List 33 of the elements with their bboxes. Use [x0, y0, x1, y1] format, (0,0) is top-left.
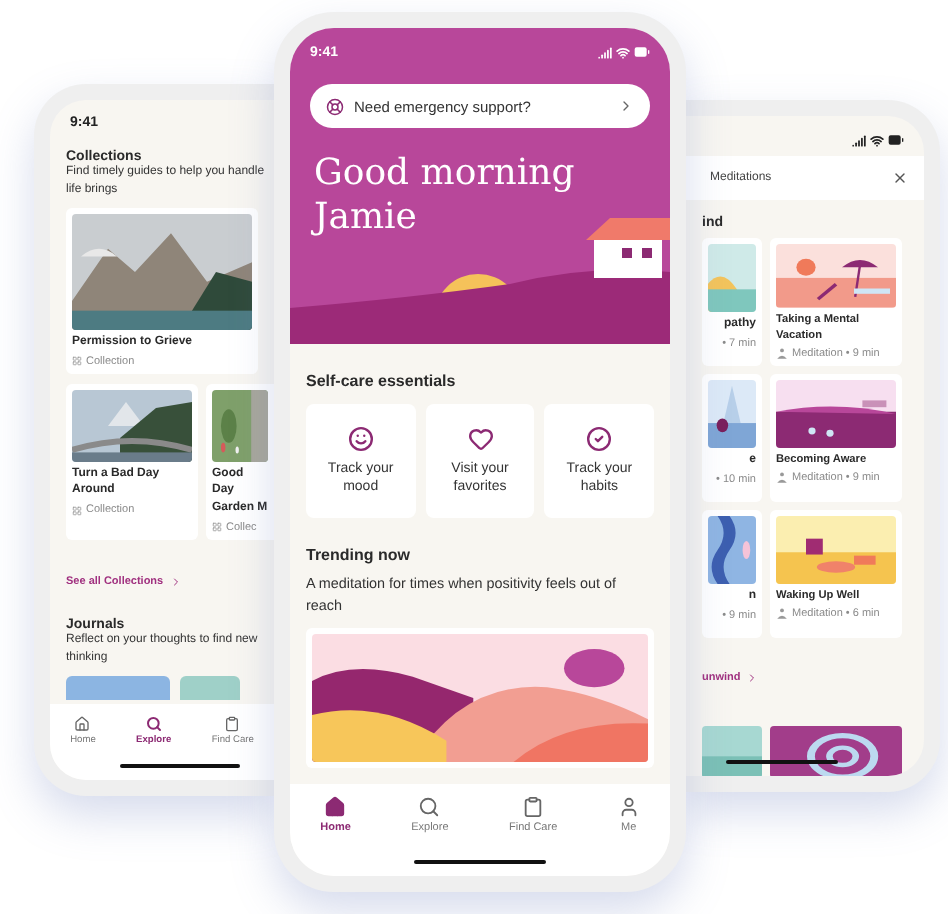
collection-icon	[72, 505, 82, 516]
journal-thumbnail[interactable]	[66, 675, 170, 700]
check-circle-icon	[586, 425, 613, 452]
meditation-icon	[776, 472, 788, 485]
battery-icon	[888, 132, 904, 148]
collection-icon	[212, 522, 222, 533]
meditation-icon	[776, 348, 788, 360]
close-button[interactable]	[892, 170, 908, 186]
chevron-icon	[746, 672, 759, 684]
heart-icon	[467, 425, 493, 452]
greeting-heading: Good morning Jamie	[309, 150, 577, 239]
chevron-icon	[618, 98, 634, 114]
user-icon	[617, 796, 640, 818]
clipboard-icon	[522, 796, 545, 818]
wifi-icon	[870, 133, 884, 147]
home-icon	[324, 796, 347, 818]
home-icon	[74, 716, 91, 732]
clipboard-icon	[224, 716, 241, 732]
collection-icon	[72, 356, 82, 367]
section-title: Trending now	[306, 546, 412, 564]
search-icon	[145, 716, 162, 732]
signal-icon	[852, 133, 866, 147]
meditation-icon	[776, 608, 788, 621]
search-icon	[418, 796, 441, 818]
smile-icon	[347, 425, 374, 452]
section-title: Self-care essentials	[306, 372, 458, 390]
signal-icon	[598, 45, 612, 59]
chevron-icon	[169, 575, 182, 588]
close-icon	[892, 170, 908, 186]
wifi-icon	[616, 45, 630, 59]
journal-thumbnail[interactable]	[180, 675, 240, 700]
battery-icon	[634, 44, 650, 60]
lifebuoy-icon	[326, 97, 344, 115]
